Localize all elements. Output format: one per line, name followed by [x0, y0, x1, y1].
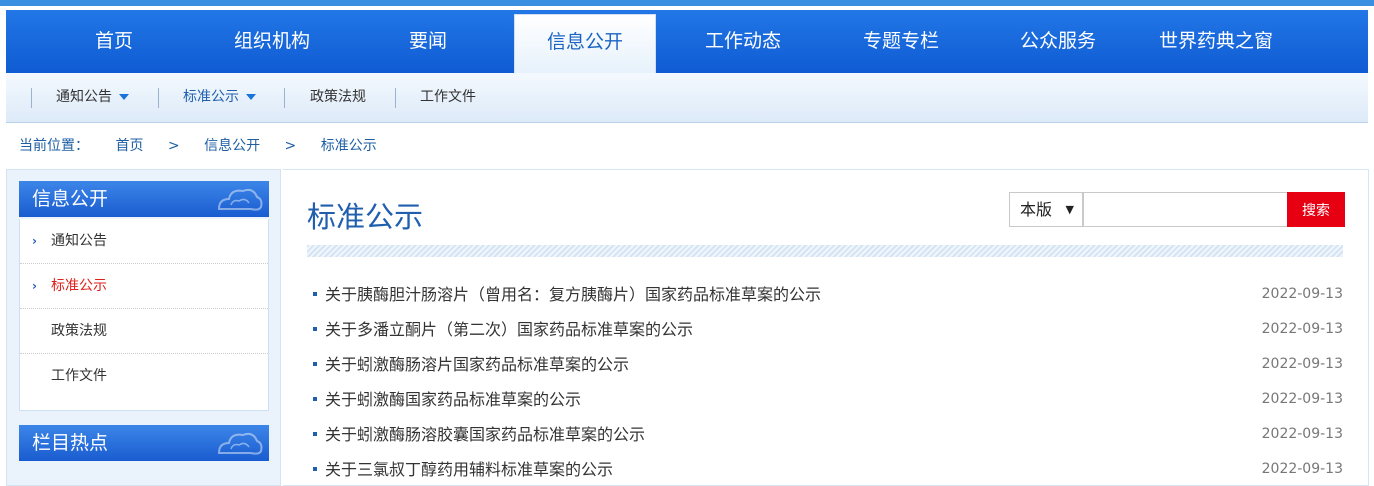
main-nav: 首页 组织机构 要闻 信息公开 工作动态 专题专栏 公众服务 世界药典之窗 [6, 10, 1368, 79]
sub-nav-item-work-documents[interactable]: 工作文件 [420, 73, 476, 123]
breadcrumb-separator: > [167, 138, 180, 154]
sidebar-hot-title: 栏目热点 [32, 432, 109, 454]
sub-nav-item-label: 通知公告 [56, 89, 112, 105]
bullet-icon [313, 362, 317, 366]
sidebar-section-title: 信息公开 [32, 188, 109, 210]
search-input[interactable] [1083, 192, 1288, 227]
article-date: 2022-09-13 [1261, 391, 1343, 407]
list-item: 关于多潘立酮片（第二次）国家药品标准草案的公示 2022-09-13 [313, 312, 1343, 347]
sub-nav-divider [158, 88, 159, 108]
article-date: 2022-09-13 [1261, 286, 1343, 302]
breadcrumb-info-disclosure[interactable]: 信息公开 [204, 138, 260, 154]
nav-item-work-updates[interactable]: 工作动态 [672, 10, 814, 73]
article-title-link[interactable]: 关于蚓激酶肠溶片国家药品标准草案的公示 [325, 347, 629, 382]
sidebar: 信息公开 › 通知公告 › 标准公示 政策法规 工作文件 栏目热点 [6, 169, 281, 486]
nav-item-info-disclosure[interactable]: 信息公开 [514, 14, 656, 79]
sub-nav-divider [31, 88, 32, 108]
bullet-icon [313, 397, 317, 401]
search-scope-select[interactable]: 本版 ▼ [1009, 192, 1083, 227]
cloud-decoration-icon [217, 432, 263, 455]
sidebar-item-standard-notices[interactable]: › 标准公示 [20, 264, 268, 309]
article-list: 关于胰酶胆汁肠溶片（曾用名：复方胰酶片）国家药品标准草案的公示 2022-09-… [313, 277, 1343, 486]
sub-nav-item-notices[interactable]: 通知公告 [56, 73, 129, 123]
nav-item-home[interactable]: 首页 [43, 10, 185, 73]
bullet-icon [313, 292, 317, 296]
search-scope-value: 本版 [1020, 200, 1053, 219]
sidebar-item-notices[interactable]: › 通知公告 [20, 219, 268, 264]
breadcrumb-label: 当前位置： [19, 138, 89, 154]
list-item: 关于胰酶胆汁肠溶片（曾用名：复方胰酶片）国家药品标准草案的公示 2022-09-… [313, 277, 1343, 312]
sub-nav-item-policies[interactable]: 政策法规 [310, 73, 366, 123]
breadcrumb-standard-notices[interactable]: 标准公示 [321, 138, 377, 154]
bullet-icon [313, 467, 317, 471]
article-title-link[interactable]: 关于蚓激酶肠溶胶囊国家药品标准草案的公示 [325, 417, 645, 452]
sidebar-item-label: 标准公示 [51, 278, 107, 294]
sidebar-menu: › 通知公告 › 标准公示 政策法规 工作文件 [19, 219, 269, 411]
sidebar-section-header: 信息公开 [19, 181, 269, 217]
main-content: 标准公示 本版 ▼ 搜索 关于胰酶胆汁肠溶片（曾用名：复方胰酶片）国家药品标准草… [283, 169, 1369, 486]
sidebar-item-label: 工作文件 [51, 368, 107, 384]
article-title-link[interactable]: 关于多潘立酮片（第二次）国家药品标准草案的公示 [325, 312, 693, 347]
sidebar-item-label: 政策法规 [51, 323, 107, 339]
list-item: 关于蚓激酶国家药品标准草案的公示 2022-09-13 [313, 382, 1343, 417]
sidebar-hot-header: 栏目热点 [19, 425, 269, 461]
sidebar-item-policies[interactable]: 政策法规 [20, 309, 268, 354]
sidebar-item-work-documents[interactable]: 工作文件 [20, 354, 268, 399]
article-title-link[interactable]: 关于蚓激酶国家药品标准草案的公示 [325, 382, 581, 417]
bullet-icon [313, 327, 317, 331]
article-date: 2022-09-13 [1261, 426, 1343, 442]
article-date: 2022-09-13 [1261, 321, 1343, 337]
search-button[interactable]: 搜索 [1287, 192, 1345, 227]
nav-item-news[interactable]: 要闻 [357, 10, 499, 73]
caret-down-icon [246, 94, 256, 100]
dropdown-arrow-icon: ▼ [1065, 203, 1074, 216]
article-date: 2022-09-13 [1261, 356, 1343, 372]
title-divider [307, 245, 1343, 257]
list-item: 关于蚓激酶肠溶胶囊国家药品标准草案的公示 2022-09-13 [313, 417, 1343, 452]
article-date: 2022-09-13 [1261, 461, 1343, 477]
article-title-link[interactable]: 关于三氯叔丁醇药用辅料标准草案的公示 [325, 452, 613, 486]
nav-item-world-pharmacopoeia[interactable]: 世界药典之窗 [1135, 10, 1297, 73]
cloud-decoration-icon [217, 188, 263, 211]
sidebar-item-label: 通知公告 [51, 233, 107, 249]
article-title-link[interactable]: 关于胰酶胆汁肠溶片（曾用名：复方胰酶片）国家药品标准草案的公示 [325, 277, 821, 312]
nav-item-special-topics[interactable]: 专题专栏 [830, 10, 972, 73]
nav-item-public-services[interactable]: 公众服务 [987, 10, 1129, 73]
sub-nav-item-label: 标准公示 [183, 89, 239, 105]
list-item: 关于三氯叔丁醇药用辅料标准草案的公示 2022-09-13 [313, 452, 1343, 486]
caret-down-icon [119, 94, 129, 100]
chevron-right-icon: › [32, 279, 37, 293]
list-item: 关于蚓激酶肠溶片国家药品标准草案的公示 2022-09-13 [313, 347, 1343, 382]
breadcrumb-separator: > [284, 138, 297, 154]
sub-nav: 通知公告 标准公示 政策法规 工作文件 [6, 73, 1368, 123]
nav-item-organization[interactable]: 组织机构 [201, 10, 343, 73]
page-title: 标准公示 [307, 200, 424, 234]
sub-nav-divider [395, 88, 396, 108]
bullet-icon [313, 432, 317, 436]
breadcrumb-home[interactable]: 首页 [115, 138, 143, 154]
top-accent-strip [0, 0, 1374, 6]
chevron-right-icon: › [32, 234, 37, 248]
sub-nav-divider [284, 88, 285, 108]
breadcrumb: 当前位置： 首页 > 信息公开 > 标准公示 [19, 133, 397, 159]
sub-nav-item-standard-notices[interactable]: 标准公示 [183, 73, 256, 123]
